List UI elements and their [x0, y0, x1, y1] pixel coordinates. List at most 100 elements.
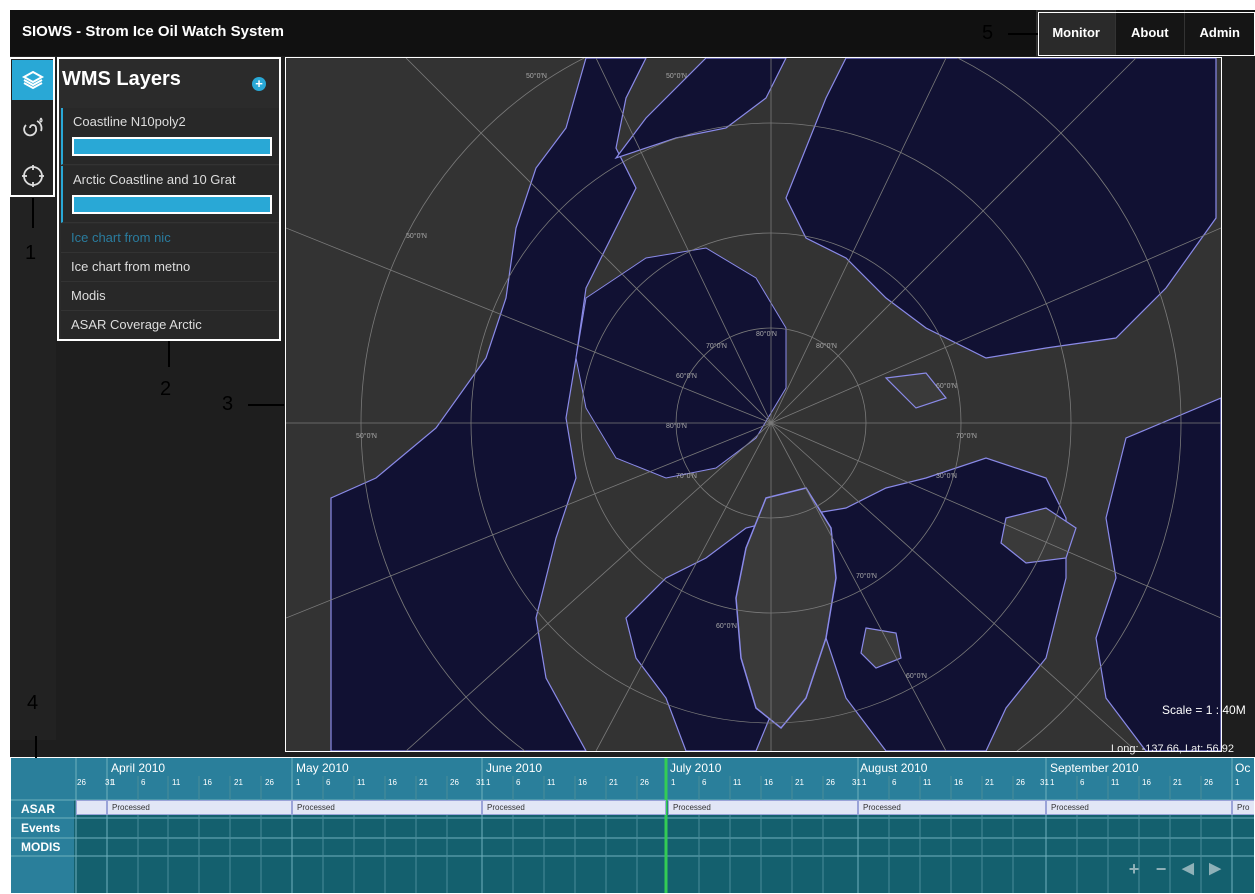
timeline-panel[interactable]: April 2010 May 2010 June 2010 July 2010 … — [10, 758, 1255, 894]
month-label: Oc — [1235, 761, 1251, 775]
app-title: SIOWS - Strom Ice Oil Watch System — [22, 23, 285, 40]
day-label: 1 — [1235, 778, 1240, 787]
grat-label: 60°0'N — [936, 382, 957, 390]
day-label: 16 — [764, 778, 773, 787]
day-label: 1 — [296, 778, 301, 787]
day-label: 6 — [516, 778, 521, 787]
map-scale: Scale = 1 : 40M — [1162, 703, 1246, 717]
asar-processed-bar[interactable]: Processed — [107, 800, 292, 815]
scroll-right-button[interactable]: ▶ — [1204, 858, 1226, 880]
day-label: 21 — [985, 778, 994, 787]
annotation-3: 3 — [222, 393, 234, 415]
nav-admin[interactable]: Admin — [1183, 10, 1255, 56]
layer-item-asar-coverage[interactable]: ASAR Coverage Arctic — [61, 311, 277, 340]
month-label: May 2010 — [296, 761, 349, 775]
day-label: 31 — [852, 778, 861, 787]
map-canvas[interactable]: 80°0'N 70°0'N 60°0'N 50°0'N 80°0'N 70°0'… — [286, 58, 1221, 751]
asar-processed-bar[interactable] — [76, 800, 107, 815]
day-label: 11 — [733, 778, 742, 787]
asar-processed-bar[interactable]: Pro — [1232, 800, 1255, 815]
layer-item-ice-chart-metno[interactable]: Ice chart from metno — [61, 253, 277, 282]
day-label: 1 — [111, 778, 116, 787]
app-window: SIOWS - Strom Ice Oil Watch System Monit… — [10, 10, 1255, 894]
day-label: 31 — [1040, 778, 1049, 787]
nav-monitor[interactable]: Monitor — [1036, 10, 1115, 56]
day-label: 11 — [1111, 778, 1120, 787]
layer-item-label: ASAR Coverage Arctic — [71, 317, 202, 332]
row-label-events: Events — [21, 821, 61, 835]
grat-label: 70°0'N — [956, 432, 977, 440]
day-label: 16 — [954, 778, 963, 787]
month-label: September 2010 — [1050, 761, 1139, 775]
day-label: 16 — [578, 778, 587, 787]
day-label: 21 — [1173, 778, 1182, 787]
zoom-in-button[interactable]: + — [1123, 858, 1145, 880]
grat-label: 60°0'N — [906, 672, 927, 680]
storm-button[interactable] — [12, 108, 54, 148]
layers-icon — [21, 70, 45, 90]
annotation-line — [32, 198, 34, 228]
grat-label: 30°0'N — [936, 472, 957, 480]
day-label: 26 — [1204, 778, 1213, 787]
day-label: 31 — [476, 778, 485, 787]
annotation-2: 2 — [160, 378, 172, 400]
layer-item-arctic-coastline[interactable]: Arctic Coastline and 10 Grat — [61, 166, 279, 223]
day-label: 11 — [547, 778, 556, 787]
grat-label: 70°0'N — [706, 342, 727, 350]
day-label: 6 — [1080, 778, 1085, 787]
layer-item-label: Coastline N10poly2 — [73, 114, 186, 129]
annotation-line — [248, 404, 284, 406]
layers-panel-title: WMS Layers — [62, 68, 181, 90]
zoom-out-button[interactable]: − — [1150, 858, 1172, 880]
month-label: April 2010 — [111, 761, 166, 775]
day-label: 11 — [923, 778, 932, 787]
crosshair-icon — [22, 165, 44, 187]
asar-processed-bar[interactable]: Processed — [482, 800, 666, 815]
day-label: 26 — [1016, 778, 1025, 787]
grat-label: 50°0'N — [356, 432, 377, 440]
add-layer-button[interactable]: + — [252, 77, 266, 91]
day-label: 21 — [234, 778, 243, 787]
layer-item-modis[interactable]: Modis — [61, 282, 277, 311]
scroll-left-button[interactable]: ◀ — [1177, 858, 1199, 880]
annotation-line — [1008, 33, 1038, 35]
day-label: 1 — [862, 778, 867, 787]
day-label: 21 — [795, 778, 804, 787]
layer-item-coastline-n10poly2[interactable]: Coastline N10poly2 — [61, 108, 279, 165]
grat-label: 80°0'N — [756, 330, 777, 338]
asar-processed-bar[interactable]: Processed — [292, 800, 482, 815]
map-coordinates: Long: -137.66, Lat: 56.92 — [1111, 743, 1234, 755]
day-label: 16 — [203, 778, 212, 787]
grat-label: 50°0'N — [666, 72, 687, 80]
day-label: 26 — [77, 778, 86, 787]
storm-icon — [23, 117, 43, 137]
layers-button[interactable] — [12, 60, 54, 100]
opacity-slider[interactable] — [72, 137, 272, 156]
grat-label: 60°0'N — [716, 622, 737, 630]
day-label: 26 — [826, 778, 835, 787]
day-label: 6 — [702, 778, 707, 787]
icon-rail — [10, 56, 56, 740]
day-label: 21 — [419, 778, 428, 787]
grat-label: 80°0'N — [816, 342, 837, 350]
asar-processed-bar[interactable]: Processed — [668, 800, 858, 815]
month-label: July 2010 — [670, 761, 722, 775]
day-label: 6 — [141, 778, 146, 787]
grat-label: 60°0'N — [676, 372, 697, 380]
opacity-slider[interactable] — [72, 195, 272, 214]
layer-item-ice-chart-nic[interactable]: Ice chart from nic — [61, 224, 277, 253]
asar-processed-bar[interactable]: Processed — [858, 800, 1046, 815]
row-label-asar: ASAR — [21, 802, 56, 816]
nav-about[interactable]: About — [1115, 10, 1184, 56]
row-label-modis: MODIS — [21, 840, 61, 854]
day-label: 1 — [486, 778, 491, 787]
wms-layers-panel: WMS Layers + Coastline N10poly2 Arctic C… — [58, 58, 280, 340]
grat-label: 50°0'N — [406, 232, 427, 240]
day-label: 16 — [388, 778, 397, 787]
crosshair-button[interactable] — [12, 156, 54, 196]
asar-processed-bar[interactable]: Processed — [1046, 800, 1232, 815]
layer-item-label: Ice chart from metno — [71, 259, 191, 274]
grat-label: 70°0'N — [856, 572, 877, 580]
grat-label: 80°0'N — [666, 422, 687, 430]
grat-label: 50°0'N — [526, 72, 547, 80]
